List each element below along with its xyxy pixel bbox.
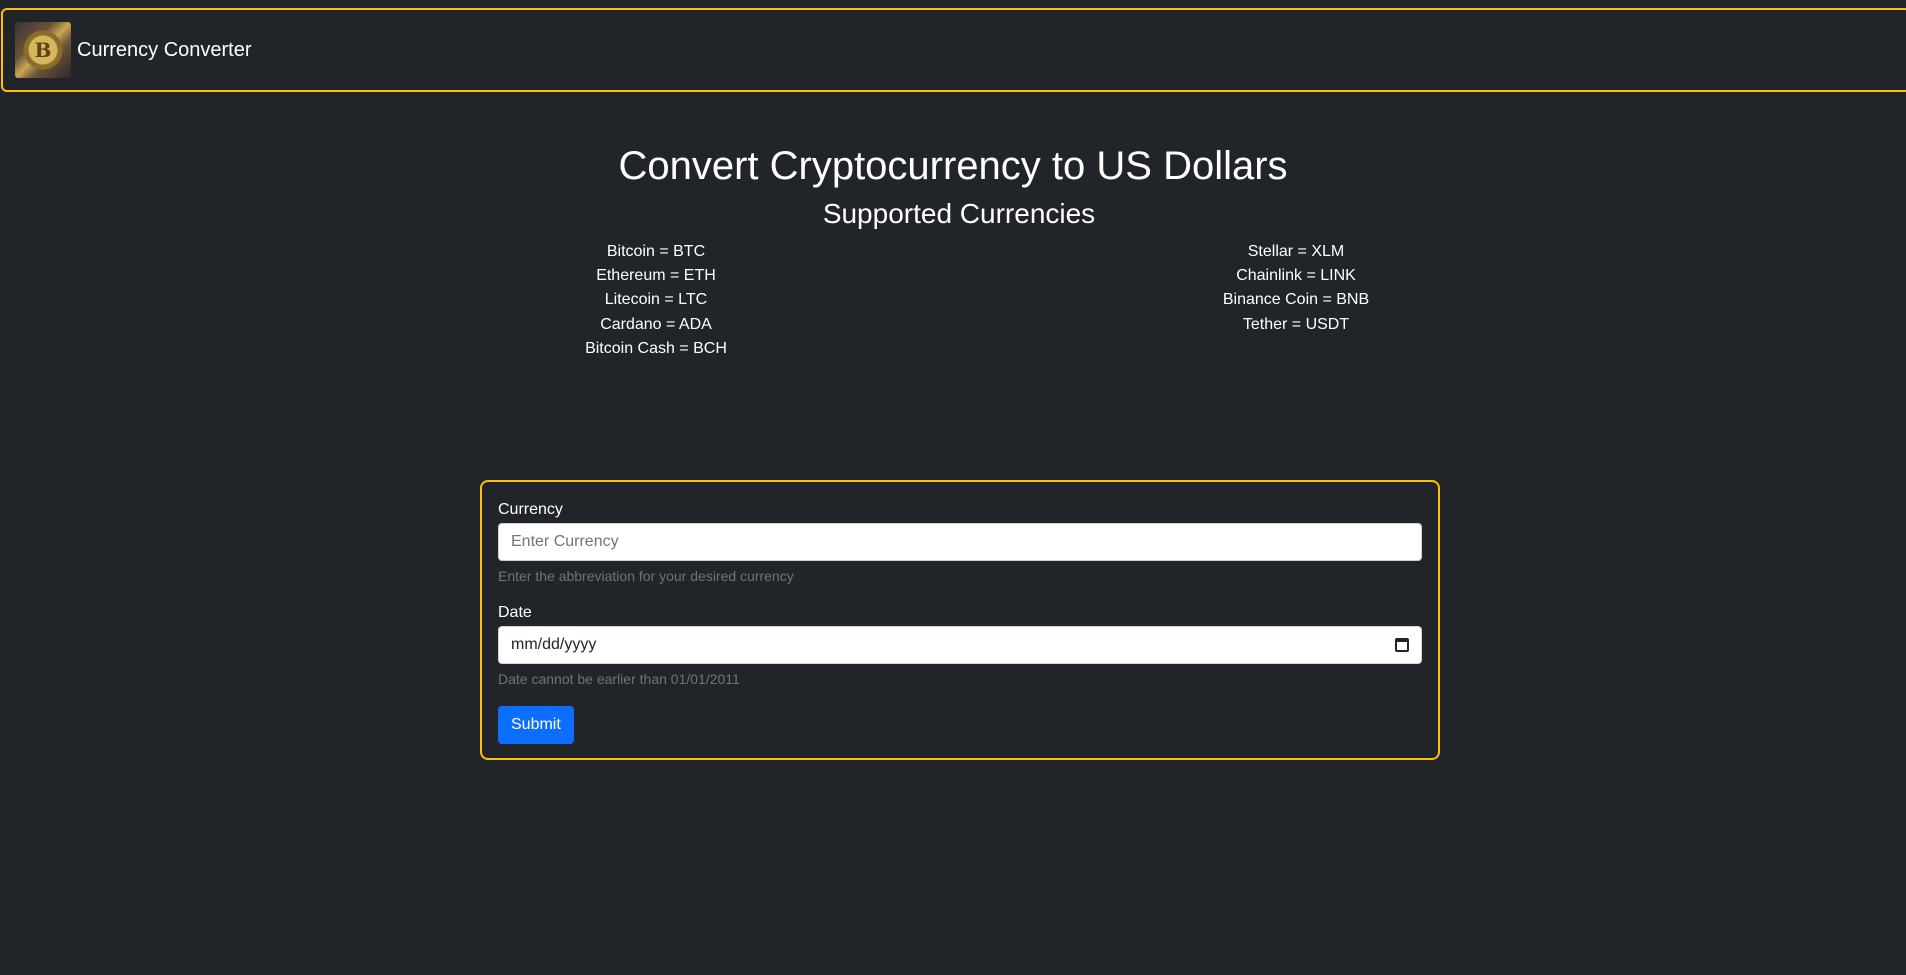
currency-item: Ethereum = ETH xyxy=(596,267,716,285)
currency-item: Binance Coin = BNB xyxy=(1222,291,1370,309)
currency-item: Litecoin = LTC xyxy=(604,291,708,309)
date-help-text: Date cannot be earlier than 01/01/2011 xyxy=(498,671,740,687)
bitcoin-logo-icon[interactable]: B xyxy=(15,22,71,78)
logo-glyph: B xyxy=(34,38,52,62)
date-label: Date xyxy=(498,604,532,621)
currency-help-text: Enter the abbreviation for your desired … xyxy=(498,568,794,584)
currency-list-right: Stellar = XLM Chainlink = LINK Binance C… xyxy=(1146,240,1446,337)
date-value: mm/dd/yyyy xyxy=(511,636,597,653)
calendar-icon[interactable] xyxy=(1395,638,1409,652)
supported-currencies-heading: Supported Currencies xyxy=(822,198,1096,229)
currency-list-left: Bitcoin = BTC Ethereum = ETH Litecoin = … xyxy=(506,240,806,361)
currency-input[interactable] xyxy=(498,523,1422,561)
currency-label: Currency xyxy=(498,501,563,518)
currency-item: Tether = USDT xyxy=(1242,315,1350,333)
converter-form: Currency Enter the abbreviation for your… xyxy=(480,480,1440,760)
currency-item: Stellar = XLM xyxy=(1247,243,1345,260)
currency-item: Bitcoin = BTC xyxy=(606,243,706,260)
submit-button[interactable]: Submit xyxy=(498,706,574,744)
brand-link[interactable]: Currency Converter xyxy=(77,39,252,62)
currency-item: Chainlink = LINK xyxy=(1236,267,1356,285)
page-title: Convert Cryptocurrency to US Dollars xyxy=(618,144,1288,188)
currency-item: Bitcoin Cash = BCH xyxy=(585,339,727,357)
date-input[interactable]: mm/dd/yyyy xyxy=(498,626,1422,664)
navbar: B Currency Converter xyxy=(1,8,1906,92)
currency-item: Cardano = ADA xyxy=(600,315,712,333)
